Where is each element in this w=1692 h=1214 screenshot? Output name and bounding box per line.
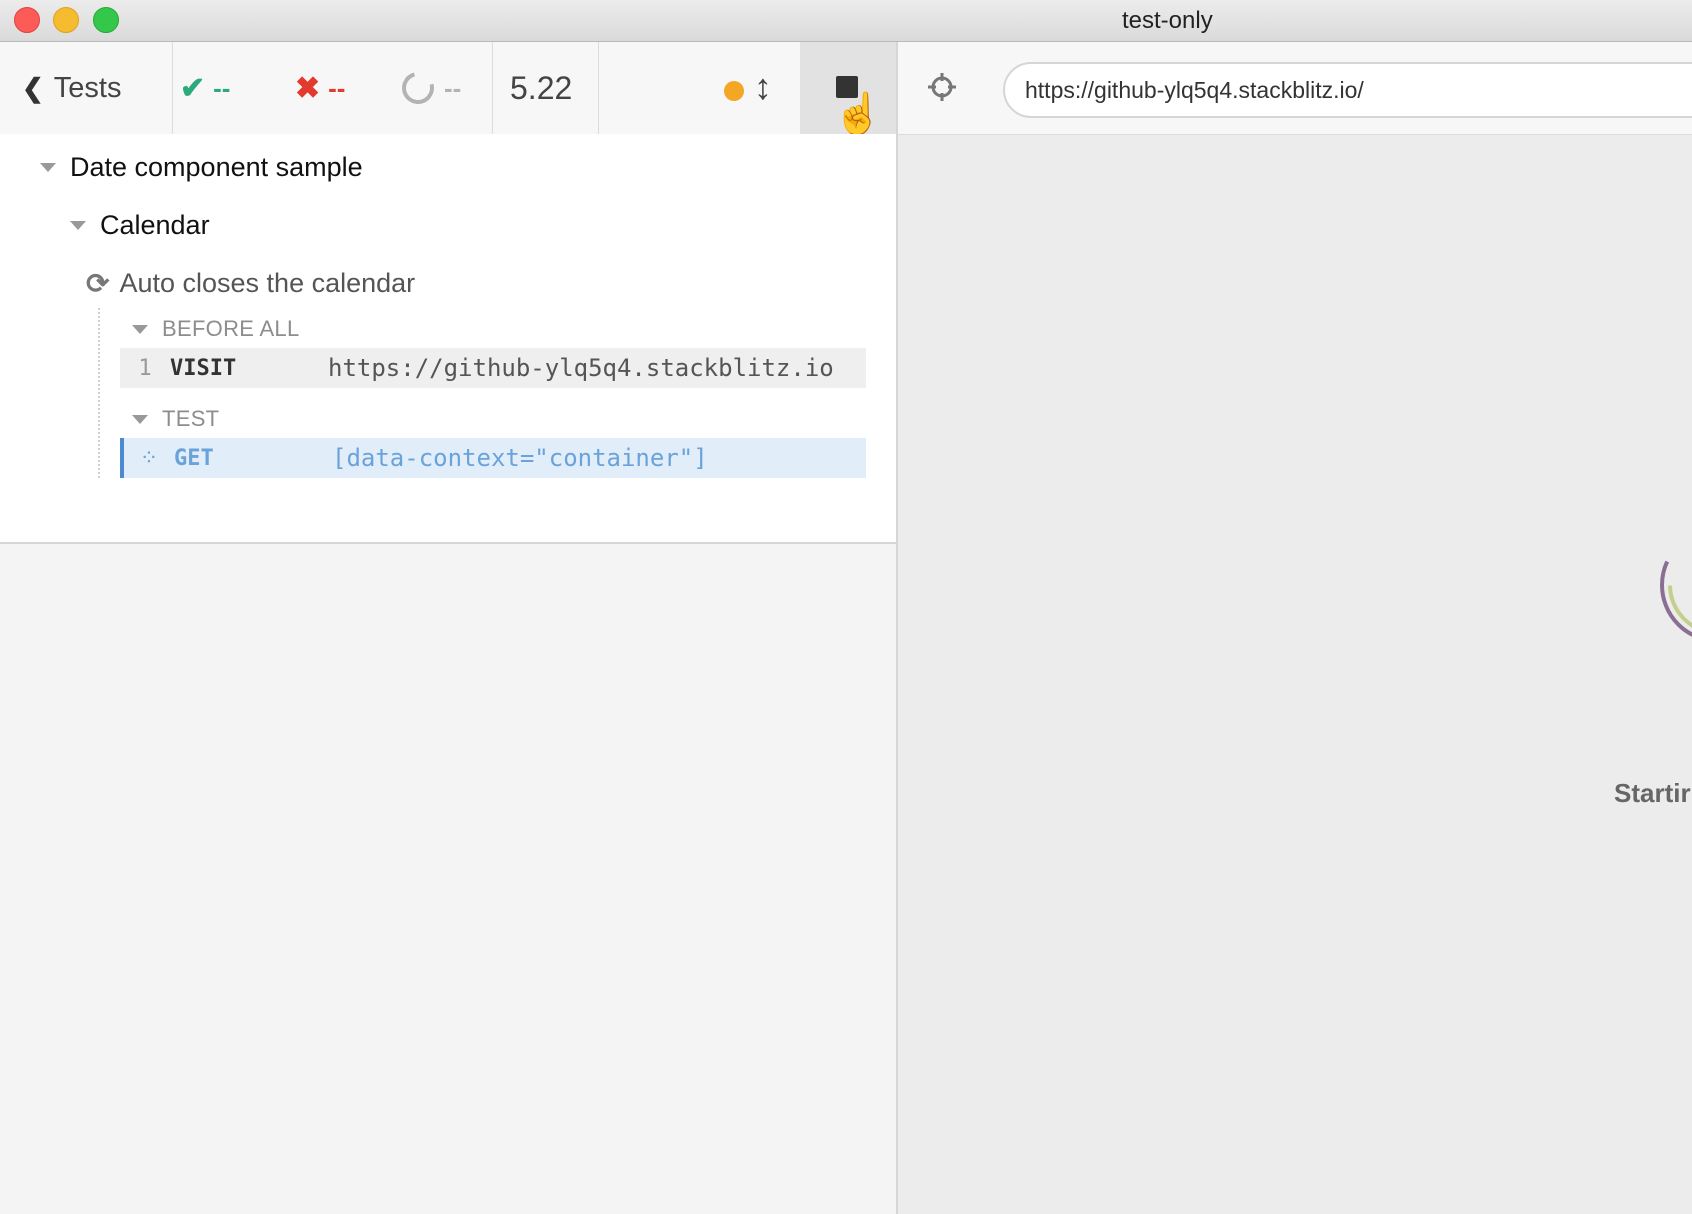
hook-header[interactable]: BEFORE ALL	[132, 316, 300, 342]
circle-pending-icon	[396, 66, 440, 110]
subsuite-row[interactable]: Calendar	[70, 210, 210, 241]
subsuite-title: Calendar	[100, 210, 210, 240]
x-icon: ✖	[295, 71, 321, 105]
command-row[interactable]: 1 VISIT https://github-ylq5q4.stackblitz…	[120, 348, 866, 388]
suite-row[interactable]: Date component sample	[40, 152, 363, 183]
caret-down-icon	[40, 163, 56, 172]
command-number: 1	[138, 355, 152, 381]
caret-down-icon	[70, 221, 86, 230]
passed-stat: ✔ --	[180, 42, 230, 134]
url-bar[interactable]: https://github-ylq5q4.stackblitz.io/	[1003, 62, 1692, 118]
close-window-button[interactable]	[14, 7, 40, 33]
reporter-panel: ❮ Tests ✔ -- ✖ -- -- 5.22 ↕ ☝ Date compo…	[0, 42, 898, 1214]
minimize-window-button[interactable]	[53, 7, 79, 33]
command-row-active[interactable]: ⁘ GET [data-context="container"]	[120, 438, 866, 478]
aut-header: https://github-ylq5q4.stackblitz.io/	[898, 42, 1692, 135]
reporter-header: ❮ Tests ✔ -- ✖ -- -- 5.22 ↕ ☝	[0, 42, 896, 136]
status-dot-icon	[724, 81, 744, 101]
window-title: test-only	[1122, 7, 1213, 34]
divider	[172, 42, 173, 134]
spinner-icon: ⁘	[139, 445, 159, 471]
title-bar: test-only	[0, 0, 1692, 42]
resize-arrows-icon[interactable]: ↕	[754, 66, 772, 108]
passed-count: --	[213, 72, 231, 103]
command-name: GET	[174, 445, 214, 471]
pending-count: --	[444, 72, 462, 103]
divider	[598, 42, 599, 134]
caret-down-icon	[132, 414, 148, 424]
app-under-test-panel: https://github-ylq5q4.stackblitz.io/ Sta…	[898, 42, 1692, 1214]
check-icon: ✔	[180, 71, 206, 105]
crosshair-icon[interactable]	[927, 72, 957, 102]
caret-down-icon	[132, 324, 148, 334]
duration: 5.22	[510, 69, 573, 106]
command-message: https://github-ylq5q4.stackblitz.io	[328, 354, 834, 382]
hook-title: BEFORE ALL	[162, 316, 300, 341]
failed-count: --	[328, 72, 346, 103]
pending-stat: --	[396, 42, 462, 134]
test-tree: Date component sample Calendar ⟳ Auto cl…	[0, 134, 896, 544]
command-name: VISIT	[170, 355, 237, 381]
divider	[492, 42, 493, 134]
hook-header[interactable]: TEST	[132, 406, 219, 432]
test-title: Auto closes the calendar	[119, 268, 416, 298]
back-to-tests-button[interactable]: ❮ Tests	[22, 42, 121, 134]
command-message: [data-context="container"]	[332, 444, 708, 472]
refresh-icon: ⟳	[86, 268, 110, 299]
hook-title: TEST	[162, 406, 220, 431]
loader-rings-icon	[1660, 533, 1692, 637]
maximize-window-button[interactable]	[93, 7, 119, 33]
suite-title: Date component sample	[70, 152, 363, 182]
hand-cursor-icon: ☝	[833, 92, 883, 136]
loading-status: Startir	[1614, 778, 1691, 808]
back-label: Tests	[53, 71, 122, 104]
test-row[interactable]: ⟳ Auto closes the calendar	[86, 267, 415, 300]
url-text: https://github-ylq5q4.stackblitz.io/	[1025, 76, 1364, 103]
chevron-left-icon: ❮	[22, 72, 44, 103]
hooks-guide	[98, 308, 100, 478]
failed-stat: ✖ --	[295, 42, 345, 134]
